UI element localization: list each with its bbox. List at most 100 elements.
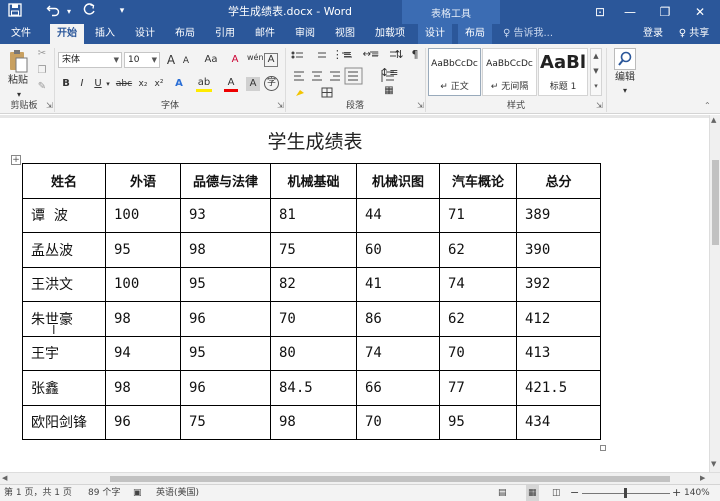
tab-file[interactable]: 文件 [4,24,38,44]
tab-addins[interactable]: 加载项 [368,24,412,44]
print-layout-icon[interactable]: ▦ [526,485,539,501]
table-cell[interactable]: 434 [516,404,601,440]
underline-button[interactable]: U [92,77,104,91]
cut-icon[interactable]: ✂ [35,47,49,61]
table-cell[interactable]: 84.5 [270,370,357,406]
format-painter-icon[interactable]: ✎ [35,80,49,94]
font-name-combo[interactable]: 宋体 ▼ [58,52,122,68]
scroll-left-icon[interactable]: ◀ [2,474,7,482]
column-header[interactable]: 外语 [105,163,181,199]
tab-insert[interactable]: 插入 [88,24,122,44]
table-move-handle-icon[interactable]: + [11,155,21,165]
table-cell[interactable]: 95 [180,335,271,371]
minimize-button[interactable]: — [615,0,645,24]
table-cell[interactable]: 74 [356,335,440,371]
table-cell[interactable]: 王宇 [22,335,106,371]
table-cell[interactable]: 75 [180,404,271,440]
bold-button[interactable]: B [60,77,72,91]
font-size-combo[interactable]: 10 ▼ [124,52,160,68]
style-no-spacing[interactable]: AaBbCcDc ↵ 无间隔 [482,48,537,96]
enclose-characters-button[interactable]: 字 [264,76,279,91]
clear-formatting-button[interactable]: A [228,53,242,67]
table-cell[interactable]: 62 [439,232,517,268]
tab-home[interactable]: 开始 [50,24,84,44]
customize-qat-icon[interactable]: ▾ [113,3,131,20]
table-cell[interactable]: 74 [439,266,517,302]
table-cell[interactable]: 392 [516,266,601,302]
table-cell[interactable]: 70 [439,335,517,371]
column-header[interactable]: 姓名 [22,163,106,199]
tab-design[interactable]: 设计 [128,24,162,44]
tab-mailings[interactable]: 邮件 [248,24,282,44]
superscript-button[interactable]: x² [152,77,166,91]
phonetic-guide-button[interactable]: wén [247,51,264,65]
underline-dropdown-icon[interactable]: ▾ [104,77,112,91]
table-cell[interactable]: 389 [516,197,601,233]
table-cell[interactable]: 44 [356,197,440,233]
show-marks-icon[interactable]: ¶ [408,48,422,62]
copy-icon[interactable]: ❐ [35,64,49,78]
chinese-layout-icon[interactable]: ↔≡ [356,48,386,62]
table-cell[interactable]: 98 [105,370,181,406]
text-effects-button[interactable]: A [172,77,186,91]
paste-icon[interactable] [8,49,28,75]
table-cell[interactable]: 朱世豪 [22,301,106,337]
character-shading-button[interactable]: A [246,77,260,91]
zoom-level[interactable]: 140% [684,485,710,501]
style-normal[interactable]: AaBbCcDc ↵ 正文 [428,48,481,96]
table-cell[interactable]: 98 [105,301,181,337]
horizontal-scroll-thumb[interactable] [110,476,670,482]
table-cell[interactable]: 欧阳剑锋 [22,404,106,440]
table-cell[interactable]: 81 [270,197,357,233]
vertical-scroll-thumb[interactable] [712,160,719,245]
sign-in-link[interactable]: 登录 [638,24,668,44]
proofing-icon[interactable]: ▣ [133,485,142,501]
scroll-right-icon[interactable]: ▶ [700,474,705,482]
zoom-in-button[interactable]: + [672,485,681,501]
table-cell[interactable]: 421.5 [516,370,601,406]
table-cell[interactable]: 张鑫 [22,370,106,406]
table-cell[interactable]: 98 [270,404,357,440]
vertical-scrollbar[interactable]: ▲ ▼ [709,115,720,472]
font-launcher-icon[interactable]: ⇲ [277,101,284,110]
table-cell[interactable]: 100 [105,266,181,302]
column-header[interactable]: 品德与法律 [180,163,271,199]
table-cell[interactable]: 82 [270,266,357,302]
table-resize-handle[interactable] [600,445,606,451]
zoom-out-button[interactable]: − [570,485,579,501]
grow-font-button[interactable]: A [164,53,178,67]
tab-view[interactable]: 视图 [328,24,362,44]
close-button[interactable]: ✕ [685,0,715,24]
table-cell[interactable]: 98 [180,232,271,268]
table-cell[interactable]: 390 [516,232,601,268]
redo-icon[interactable] [80,3,98,22]
table-cell[interactable]: 93 [180,197,271,233]
table-cell[interactable]: 41 [356,266,440,302]
subscript-button[interactable]: x₂ [136,77,150,91]
table-cell[interactable]: 96 [105,404,181,440]
share-button[interactable]: ♀ 共享 [672,24,716,44]
table-cell[interactable]: 412 [516,301,601,337]
strikethrough-button[interactable]: abc [114,77,134,91]
line-spacing-icon[interactable]: ↕≡ [380,66,398,80]
styles-launcher-icon[interactable]: ⇲ [596,101,603,110]
word-count[interactable]: 89 个字 [88,485,120,501]
scroll-up-icon[interactable]: ▲ [711,116,716,124]
tab-review[interactable]: 审阅 [288,24,322,44]
table-cell[interactable]: 86 [356,301,440,337]
restore-button[interactable]: ❐ [650,0,680,24]
table-cell[interactable]: 70 [356,404,440,440]
table-cell[interactable]: 62 [439,301,517,337]
sort-icon[interactable]: ⇅ [392,48,406,62]
tab-layout[interactable]: 布局 [168,24,202,44]
italic-button[interactable]: I [76,77,88,91]
table-cell[interactable]: 80 [270,335,357,371]
grades-table[interactable]: 姓名 外语 品德与法律 机械基础 机械识图 汽车概论 总分 谭 波 100 93… [22,163,601,440]
table-cell[interactable]: 413 [516,335,601,371]
collapse-ribbon-icon[interactable]: ⌃ [704,101,711,110]
table-cell[interactable]: 77 [439,370,517,406]
search-icon[interactable] [614,48,636,70]
save-icon[interactable] [6,3,24,22]
table-cell[interactable]: 60 [356,232,440,268]
web-layout-icon[interactable]: ◫ [552,485,561,501]
